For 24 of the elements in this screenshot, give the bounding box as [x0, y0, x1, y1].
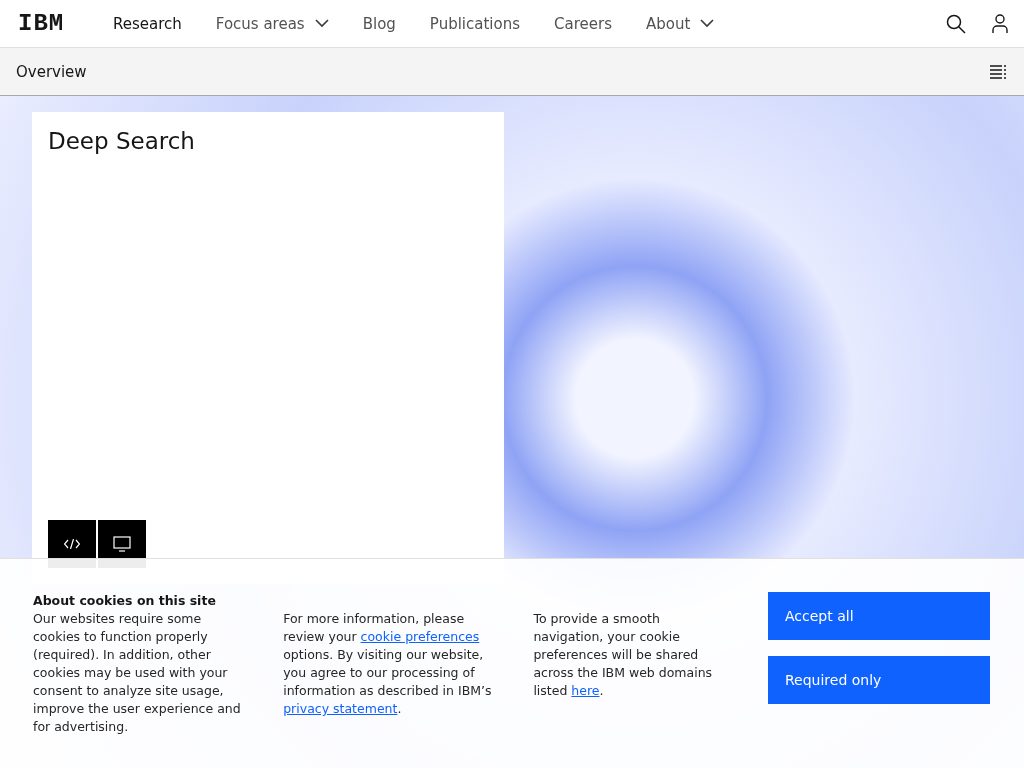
- user-icon[interactable]: [992, 13, 1008, 34]
- nav-link[interactable]: Focus areas: [198, 14, 346, 33]
- nav-link[interactable]: Research: [96, 14, 199, 33]
- chevron-down-icon: [700, 19, 715, 28]
- card-title: Deep Search: [48, 128, 196, 154]
- monitor-icon: [113, 536, 131, 552]
- cookie-button[interactable]: Required only: [768, 656, 990, 704]
- code-icon: [64, 539, 80, 549]
- cookie-paragraph: To provide a smooth navigation, your cookie preferences will be shared across the IBM web domains listed here.: [533, 610, 714, 700]
- chevron-down-icon: [314, 19, 329, 28]
- search-icon[interactable]: [946, 13, 966, 34]
- nav-link[interactable]: Publications: [412, 14, 537, 33]
- page-title[interactable]: Overview: [16, 62, 87, 81]
- cookie-paragraph: For more information, please review your cookie preferences options. By visiting our website, you agree to our processing of information as described in IBM’s privacy statement.: [283, 610, 493, 718]
- domains-link[interactable]: here: [571, 683, 600, 698]
- cookie-button[interactable]: Accept all: [768, 592, 990, 640]
- cookie-paragraph: Our websites require some cookies to function properly (required). In addition, other cookies may be used with your consent to analyze site usage, improve the user experience and for advertising.: [33, 610, 242, 736]
- cookie-preferences-link[interactable]: cookie preferences: [360, 629, 480, 644]
- cookie-banner-title: About cookies on this site: [33, 592, 217, 610]
- nav-link[interactable]: Careers: [537, 14, 629, 33]
- nav-link[interactable]: Blog: [345, 14, 413, 33]
- logo[interactable]: IBM: [18, 10, 76, 37]
- nav-link[interactable]: About: [628, 14, 732, 33]
- list-menu-icon[interactable]: [990, 64, 1006, 79]
